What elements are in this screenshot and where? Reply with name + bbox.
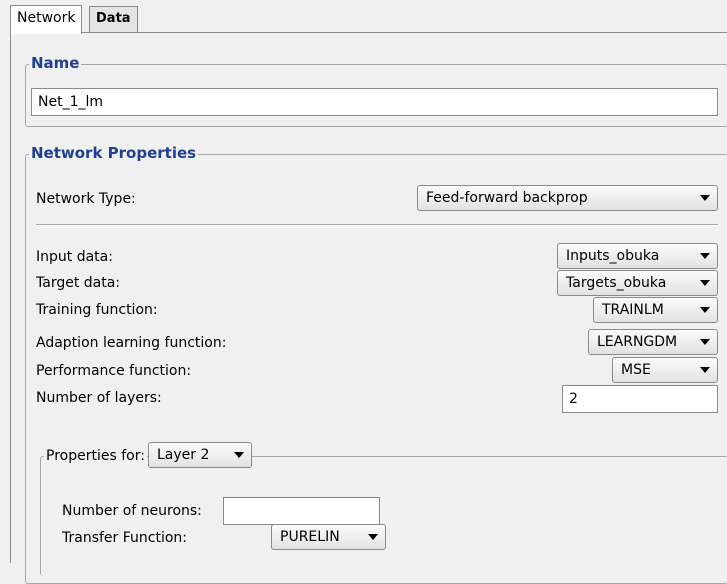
properties-for-label: Properties for: [46, 448, 145, 464]
input-data-label: Input data: [36, 249, 113, 265]
network-type-select[interactable]: Feed-forward backprop [417, 185, 718, 211]
network-tab-panel: Name Network Properties Network Type: Fe… [10, 32, 727, 584]
adaption-learning-function-select[interactable]: LEARNGDM [588, 329, 718, 355]
adaption-learning-function-label: Adaption learning function: [36, 335, 227, 351]
training-function-value: TRAINLM [602, 302, 664, 318]
transfer-function-select[interactable]: PURELIN [271, 524, 386, 550]
layer-select[interactable]: Layer 2 [148, 442, 252, 468]
input-data-value: Inputs_obuka [566, 248, 660, 264]
transfer-function-value: PURELIN [280, 529, 340, 545]
chevron-down-icon [700, 280, 710, 286]
network-type-value: Feed-forward backprop [426, 190, 588, 206]
tab-network[interactable]: Network [10, 5, 83, 34]
transfer-function-label: Transfer Function: [62, 530, 188, 546]
number-of-layers-input[interactable] [562, 385, 718, 413]
input-data-select[interactable]: Inputs_obuka [557, 243, 718, 269]
layer-properties-legend: Properties for: [44, 443, 147, 469]
chevron-down-icon [700, 253, 710, 259]
network-name-input[interactable] [31, 88, 718, 116]
chevron-down-icon [700, 367, 710, 373]
chevron-down-icon [700, 339, 710, 345]
target-data-select[interactable]: Targets_obuka [557, 270, 718, 296]
training-function-select[interactable]: TRAINLM [593, 297, 718, 323]
performance-function-select[interactable]: MSE [612, 357, 718, 383]
chevron-down-icon [700, 195, 710, 201]
chevron-down-icon [368, 534, 378, 540]
number-of-neurons-input[interactable] [223, 497, 380, 525]
chevron-down-icon [234, 452, 244, 458]
performance-function-label: Performance function: [36, 363, 192, 379]
network-properties-legend: Network Properties [29, 144, 199, 162]
target-data-label: Target data: [36, 275, 121, 291]
separator [36, 224, 718, 226]
chevron-down-icon [700, 307, 710, 313]
tab-data-label: Data [96, 11, 131, 26]
target-data-value: Targets_obuka [566, 275, 667, 291]
tab-network-label: Network [17, 10, 76, 26]
training-function-label: Training function: [36, 302, 158, 318]
number-of-layers-label: Number of layers: [36, 390, 162, 406]
network-type-label: Network Type: [36, 191, 136, 207]
name-group-legend: Name [29, 54, 82, 72]
number-of-neurons-label: Number of neurons: [62, 503, 202, 519]
performance-function-value: MSE [621, 362, 651, 378]
adaption-learning-function-value: LEARNGDM [597, 334, 678, 350]
layer-select-value: Layer 2 [157, 447, 210, 463]
tab-data[interactable]: Data [89, 6, 138, 32]
